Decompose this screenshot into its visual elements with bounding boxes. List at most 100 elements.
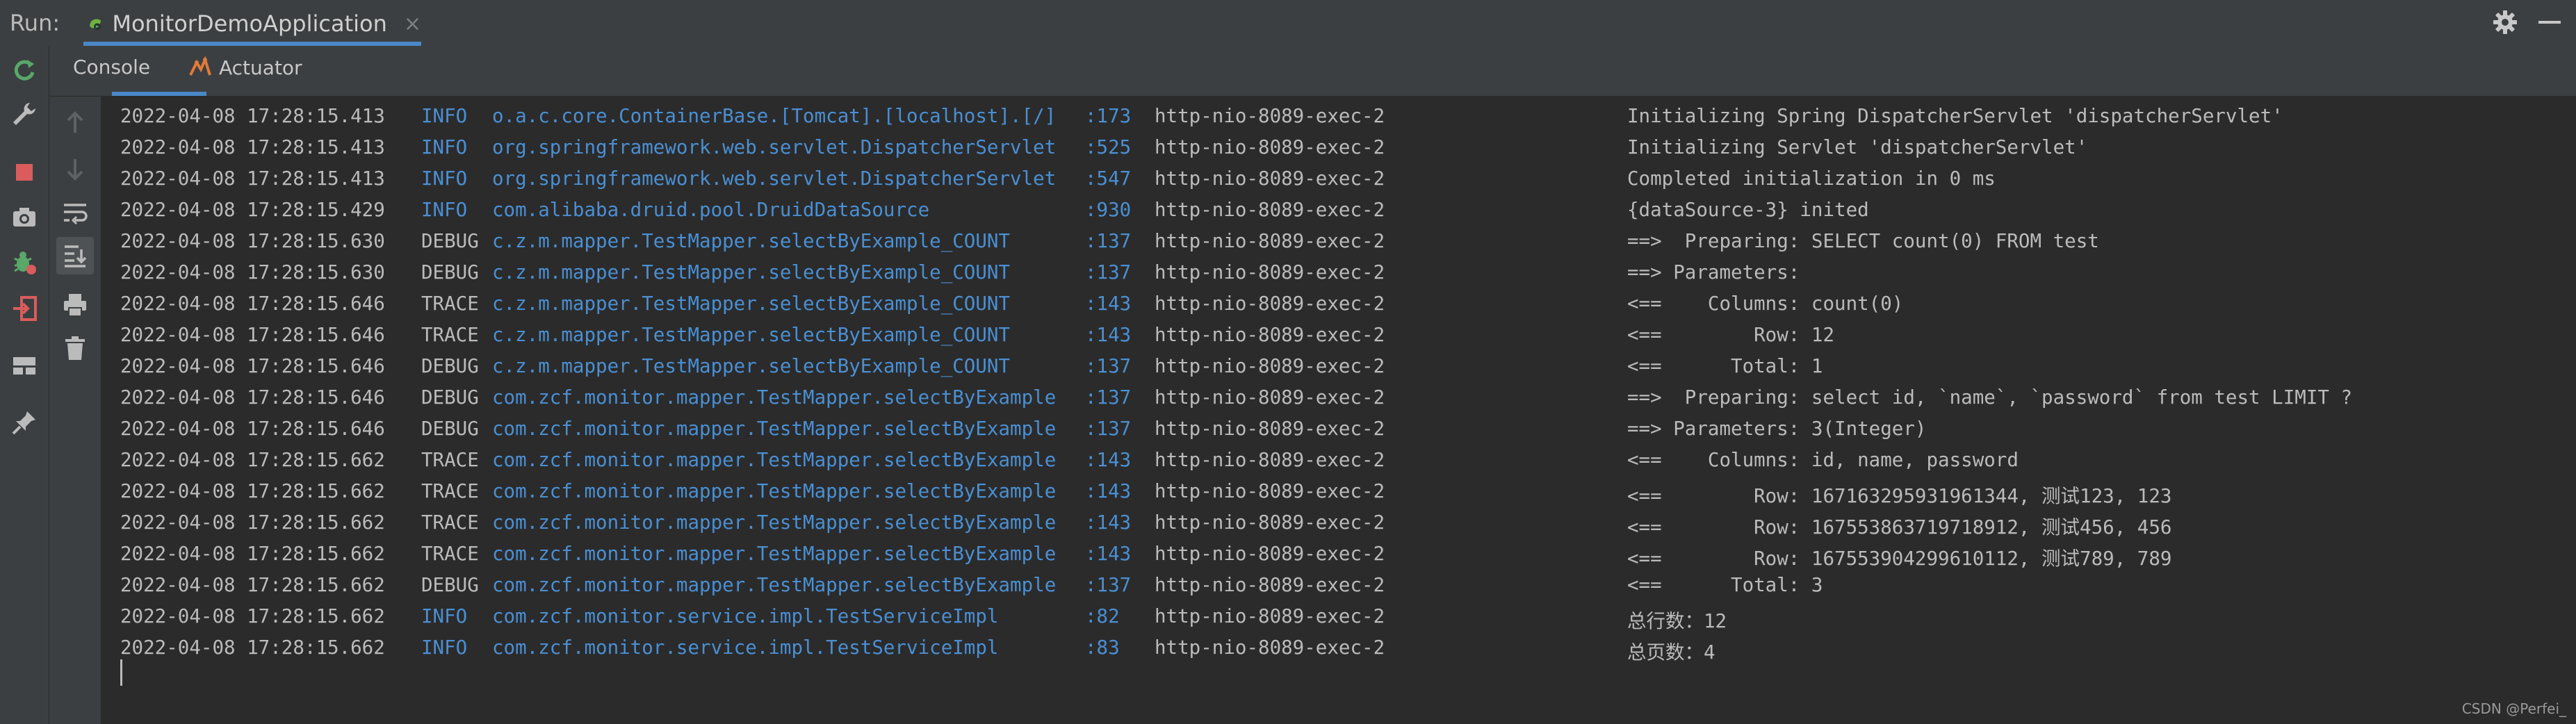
- log-line-number[interactable]: :930: [1085, 199, 1131, 221]
- soft-wrap-icon[interactable]: [61, 199, 89, 227]
- log-level: DEBUG: [421, 261, 479, 283]
- log-timestamp: 2022-04-08 17:28:15.662: [120, 511, 385, 534]
- log-message: <== Columns: id, name, password: [1627, 449, 2019, 471]
- log-logger-link[interactable]: com.zcf.monitor.mapper.TestMapper.select…: [492, 574, 1056, 596]
- run-tab-title: MonitorDemoApplication: [112, 10, 387, 37]
- log-logger-link[interactable]: com.zcf.monitor.mapper.TestMapper.select…: [492, 511, 1056, 534]
- pin-icon[interactable]: [10, 409, 38, 436]
- log-thread: http-nio-8089-exec-2: [1155, 386, 1385, 409]
- exit-icon[interactable]: [10, 295, 38, 322]
- stop-icon[interactable]: [10, 158, 38, 186]
- log-line-number[interactable]: :143: [1085, 543, 1131, 565]
- log-line-number[interactable]: :137: [1085, 418, 1131, 440]
- log-row: 2022-04-08 17:28:15.662 TRACE com.zcf.moni…: [120, 446, 2553, 477]
- log-logger-link[interactable]: com.zcf.monitor.mapper.TestMapper.select…: [492, 449, 1056, 471]
- log-thread: http-nio-8089-exec-2: [1155, 511, 1385, 534]
- run-label: Run:: [10, 10, 60, 36]
- log-line-number[interactable]: :143: [1085, 511, 1131, 534]
- log-logger-link[interactable]: com.zcf.monitor.mapper.TestMapper.select…: [492, 480, 1056, 502]
- print-icon[interactable]: [61, 291, 89, 319]
- down-arrow-icon[interactable]: [61, 155, 89, 183]
- log-level: INFO: [421, 136, 468, 158]
- up-arrow-icon[interactable]: [61, 109, 89, 137]
- wrench-icon[interactable]: [10, 100, 38, 128]
- console-output[interactable]: 2022-04-08 17:28:15.413 INFO o.a.c.core.Co…: [101, 97, 2576, 724]
- log-timestamp: 2022-04-08 17:28:15.662: [120, 449, 385, 471]
- log-logger-link[interactable]: com.zcf.monitor.mapper.TestMapper.select…: [492, 386, 1056, 409]
- log-logger-link[interactable]: com.zcf.monitor.mapper.TestMapper.select…: [492, 418, 1056, 440]
- log-logger-link[interactable]: com.zcf.monitor.service.impl.TestService…: [492, 605, 998, 627]
- log-logger-link[interactable]: com.alibaba.druid.pool.DruidDataSource: [492, 199, 929, 221]
- log-level: INFO: [421, 636, 468, 659]
- log-logger-link[interactable]: c.z.m.mapper.TestMapper.selectByExample_…: [492, 230, 1010, 252]
- log-thread: http-nio-8089-exec-2: [1155, 324, 1385, 346]
- log-timestamp: 2022-04-08 17:28:15.646: [120, 355, 385, 377]
- log-logger-link[interactable]: c.z.m.mapper.TestMapper.selectByExample_…: [492, 261, 1010, 283]
- log-row: 2022-04-08 17:28:15.413 INFO org.springfra…: [120, 165, 2553, 195]
- log-line-number[interactable]: :525: [1085, 136, 1131, 158]
- log-logger-link[interactable]: o.a.c.core.ContainerBase.[Tomcat].[local…: [492, 105, 1056, 127]
- log-logger-link[interactable]: com.zcf.monitor.service.impl.TestService…: [492, 636, 998, 659]
- run-tab-monitor-demo-application[interactable]: MonitorDemoApplication ×: [83, 3, 421, 44]
- log-logger-link[interactable]: c.z.m.mapper.TestMapper.selectByExample_…: [492, 293, 1010, 315]
- log-row: 2022-04-08 17:28:15.413 INFO o.a.c.core.Co…: [120, 102, 2553, 133]
- tab-actuator[interactable]: Actuator: [188, 56, 302, 79]
- log-message: ==> Parameters:: [1627, 261, 1811, 283]
- log-thread: http-nio-8089-exec-2: [1155, 605, 1385, 627]
- log-line-number[interactable]: :143: [1085, 293, 1131, 315]
- console-tab-indicator: [112, 92, 206, 96]
- log-line-number[interactable]: :137: [1085, 386, 1131, 409]
- log-message: {dataSource-3} inited: [1627, 199, 1869, 221]
- scroll-to-end-icon[interactable]: [56, 237, 94, 274]
- log-line-number[interactable]: :143: [1085, 480, 1131, 502]
- log-thread: http-nio-8089-exec-2: [1155, 418, 1385, 440]
- log-line-number[interactable]: :137: [1085, 355, 1131, 377]
- log-logger-link[interactable]: c.z.m.mapper.TestMapper.selectByExample_…: [492, 355, 1010, 377]
- log-level: TRACE: [421, 293, 479, 315]
- log-timestamp: 2022-04-08 17:28:15.662: [120, 605, 385, 627]
- log-line-number[interactable]: :173: [1085, 105, 1131, 127]
- log-level: INFO: [421, 167, 468, 190]
- log-thread: http-nio-8089-exec-2: [1155, 293, 1385, 315]
- log-logger-link[interactable]: org.springframework.web.servlet.Dispatch…: [492, 167, 1056, 190]
- log-line-number[interactable]: :137: [1085, 574, 1131, 596]
- log-timestamp: 2022-04-08 17:28:15.646: [120, 324, 385, 346]
- log-timestamp: 2022-04-08 17:28:15.662: [120, 636, 385, 659]
- log-thread: http-nio-8089-exec-2: [1155, 261, 1385, 283]
- log-message: Initializing Spring DispatcherServlet 'd…: [1627, 105, 2283, 127]
- gear-icon[interactable]: [2493, 10, 2518, 35]
- rerun-icon[interactable]: [10, 57, 38, 85]
- log-line-number[interactable]: :83: [1085, 636, 1120, 659]
- log-timestamp: 2022-04-08 17:28:15.413: [120, 105, 385, 127]
- tab-console[interactable]: Console: [73, 56, 150, 79]
- log-line-number[interactable]: :137: [1085, 230, 1131, 252]
- log-timestamp: 2022-04-08 17:28:15.413: [120, 136, 385, 158]
- log-message: <== Row: 167163295931961344, 测试123, 123: [1627, 485, 2172, 507]
- log-thread: http-nio-8089-exec-2: [1155, 449, 1385, 471]
- close-icon[interactable]: ×: [404, 12, 421, 36]
- log-line-number[interactable]: :137: [1085, 261, 1131, 283]
- spring-boot-run-icon: [90, 19, 101, 31]
- log-timestamp: 2022-04-08 17:28:15.630: [120, 230, 385, 252]
- log-line-number[interactable]: :143: [1085, 449, 1131, 471]
- layout-icon[interactable]: [10, 352, 38, 379]
- log-timestamp: 2022-04-08 17:28:15.662: [120, 480, 385, 502]
- log-timestamp: 2022-04-08 17:28:15.662: [120, 574, 385, 596]
- minimize-icon[interactable]: [2538, 21, 2561, 24]
- log-line-number[interactable]: :82: [1085, 605, 1120, 627]
- log-logger-link[interactable]: c.z.m.mapper.TestMapper.selectByExample_…: [492, 324, 1010, 346]
- log-row: 2022-04-08 17:28:15.646 DEBUG com.zcf.moni…: [120, 384, 2553, 414]
- trash-icon[interactable]: [61, 334, 89, 362]
- log-logger-link[interactable]: org.springframework.web.servlet.Dispatch…: [492, 136, 1056, 158]
- log-level: INFO: [421, 199, 468, 221]
- log-level: DEBUG: [421, 574, 479, 596]
- log-level: TRACE: [421, 324, 479, 346]
- debug-icon[interactable]: [10, 249, 38, 277]
- log-message: <== Columns: count(0): [1627, 293, 1904, 315]
- log-line-number[interactable]: :143: [1085, 324, 1131, 346]
- log-logger-link[interactable]: com.zcf.monitor.mapper.TestMapper.select…: [492, 543, 1056, 565]
- camera-icon[interactable]: [10, 203, 38, 231]
- log-thread: http-nio-8089-exec-2: [1155, 636, 1385, 659]
- log-line-number[interactable]: :547: [1085, 167, 1131, 190]
- log-level: DEBUG: [421, 418, 479, 440]
